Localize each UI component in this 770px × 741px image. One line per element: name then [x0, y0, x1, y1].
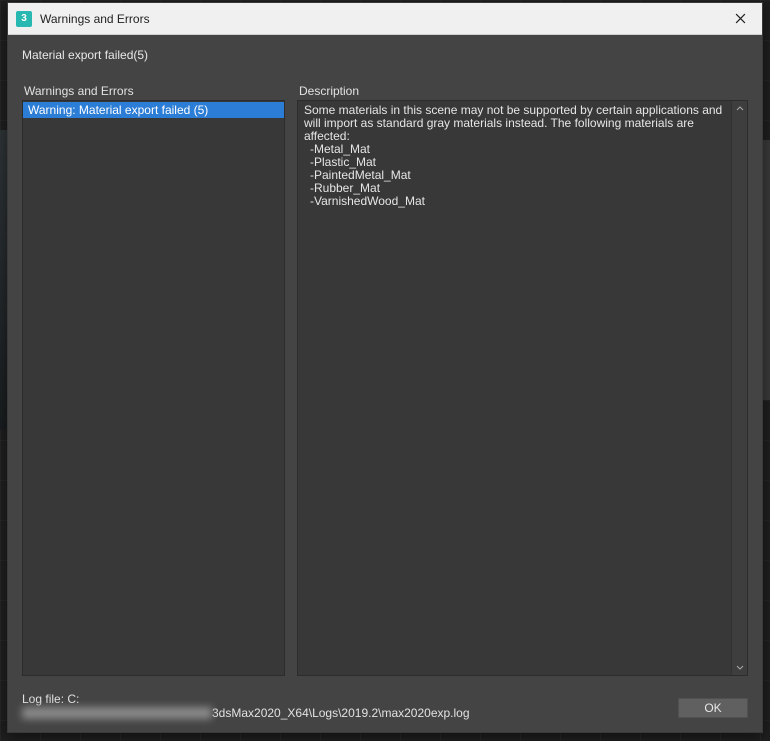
scroll-down-button[interactable]: [732, 659, 747, 675]
description-content: Some materials in this scene may not be …: [298, 101, 731, 675]
log-file-path: 3dsMax2020_X64\Logs\2019.2\max2020exp.lo…: [22, 706, 470, 720]
warnings-pane-label: Warnings and Errors: [22, 84, 285, 98]
ok-button[interactable]: OK: [678, 698, 748, 718]
log-file-label: Log file: C:: [22, 692, 470, 706]
close-button[interactable]: [718, 3, 762, 35]
chevron-up-icon: [736, 105, 744, 113]
warnings-pane: Warnings and Errors Warning: Material ex…: [22, 84, 285, 676]
description-intro: Some materials in this scene may not be …: [304, 104, 725, 143]
dialog-body: Material export failed(5) Warnings and E…: [8, 35, 762, 732]
log-file-path-visible: 3dsMax2020_X64\Logs\2019.2\max2020exp.lo…: [212, 706, 470, 720]
chevron-down-icon: [736, 663, 744, 671]
warnings-listbox[interactable]: Warning: Material export failed (5): [22, 100, 285, 676]
description-box[interactable]: Some materials in this scene may not be …: [297, 100, 748, 676]
description-material-line: -VarnishedWood_Mat: [304, 195, 725, 208]
description-pane: Description Some materials in this scene…: [297, 84, 748, 676]
log-file-block: Log file: C: 3dsMax2020_X64\Logs\2019.2\…: [22, 692, 470, 720]
close-icon: [735, 13, 746, 24]
app-icon: 3: [16, 11, 32, 27]
description-pane-label: Description: [297, 84, 748, 98]
scroll-up-button[interactable]: [732, 101, 747, 117]
warnings-errors-dialog: 3 Warnings and Errors Material export fa…: [7, 2, 763, 733]
window-title: Warnings and Errors: [40, 12, 718, 26]
dialog-footer: Log file: C: 3dsMax2020_X64\Logs\2019.2\…: [22, 692, 748, 720]
warnings-list-item[interactable]: Warning: Material export failed (5): [23, 102, 284, 118]
description-scrollbar[interactable]: [731, 101, 747, 675]
log-file-path-redacted: [22, 707, 212, 719]
titlebar[interactable]: 3 Warnings and Errors: [8, 3, 762, 35]
panes-container: Warnings and Errors Warning: Material ex…: [22, 84, 748, 676]
dialog-subtitle: Material export failed(5): [22, 48, 748, 62]
